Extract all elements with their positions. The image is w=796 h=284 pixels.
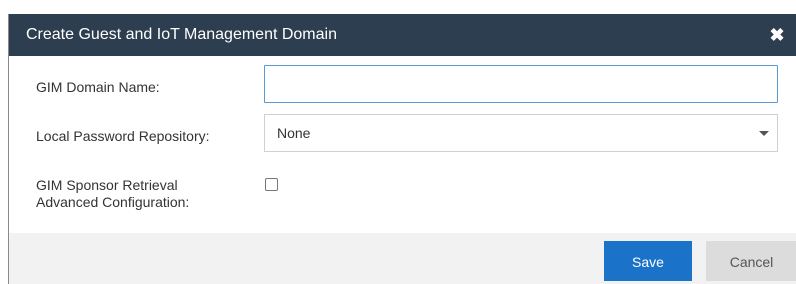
cancel-button[interactable]: Cancel	[706, 241, 796, 281]
chevron-down-icon	[759, 131, 769, 136]
close-icon[interactable]: ✖	[768, 25, 786, 45]
sponsor-retrieval-checkbox[interactable]	[265, 178, 278, 191]
create-gim-dialog: Create Guest and IoT Management Domain ✖…	[8, 14, 796, 284]
dialog-title: Create Guest and IoT Management Domain	[26, 26, 337, 43]
sponsor-retrieval-label: GIM Sponsor Retrieval Advanced Configura…	[36, 177, 236, 211]
password-repository-select[interactable]: None	[264, 114, 778, 152]
save-button[interactable]: Save	[604, 241, 692, 281]
domain-name-input[interactable]	[264, 65, 778, 103]
domain-name-label: GIM Domain Name:	[36, 79, 160, 95]
dialog-titlebar: Create Guest and IoT Management Domain ✖	[9, 14, 796, 56]
password-repository-label: Local Password Repository:	[36, 128, 210, 144]
sponsor-retrieval-label-line1: GIM Sponsor Retrieval	[36, 177, 178, 193]
dialog-footer: Save Cancel	[9, 233, 796, 284]
password-repository-value: None	[277, 125, 311, 141]
sponsor-retrieval-label-line2: Advanced Configuration:	[36, 194, 190, 210]
